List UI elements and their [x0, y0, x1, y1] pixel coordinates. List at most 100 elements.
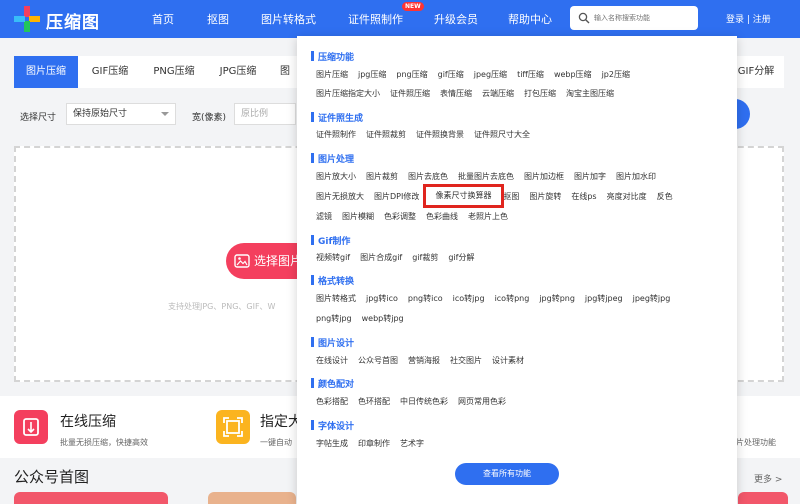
menu-item[interactable]: 淘宝主图压缩	[566, 89, 614, 98]
menu-item[interactable]: 在线设计	[316, 356, 348, 365]
menu-item[interactable]: 图片加边框	[524, 172, 564, 181]
nav-help-center[interactable]: 帮助中心	[508, 11, 552, 27]
menu-item[interactable]: jp2压缩	[602, 70, 630, 79]
menu-item[interactable]: 图片合成gif	[360, 253, 402, 262]
size-select[interactable]: 保持原始尺寸	[66, 103, 176, 125]
menu-item[interactable]: 图片模糊	[342, 212, 374, 221]
menu-item[interactable]: 色彩调整	[384, 212, 416, 221]
tab-gif-split[interactable]: GIF分解	[732, 56, 780, 88]
menu-item[interactable]: 图片加水印	[616, 172, 656, 181]
nav-upgrade-vip[interactable]: 升级会员	[434, 11, 478, 27]
menu-item[interactable]: png转ico	[408, 294, 443, 303]
menu-row: 视频转gif 图片合成gif gif裁剪 gif分解	[316, 252, 485, 263]
menu-item[interactable]: 印章制作	[358, 439, 390, 448]
select-image-label: 选择图片	[254, 254, 298, 268]
menu-row: 图片放大小 图片裁剪 图片去底色 批量图片去底色 图片加边框 图片加字 图片加水印	[316, 171, 666, 182]
menu-item[interactable]: 社交图片	[450, 356, 482, 365]
menu-item[interactable]: 设计素材	[492, 356, 524, 365]
menu-item[interactable]: webp压缩	[554, 70, 592, 79]
menu-item[interactable]: 抠图	[503, 192, 519, 201]
menu-item[interactable]: jpg压缩	[358, 70, 386, 79]
menu-section-format: 格式转换	[311, 274, 354, 287]
menu-row: 图片压缩指定大小 证件照压缩 表情压缩 云端压缩 打包压缩 淘宝主图压缩	[316, 88, 624, 99]
menu-item[interactable]: 图片转格式	[316, 294, 356, 303]
search-box[interactable]	[570, 6, 698, 30]
menu-item[interactable]: png压缩	[396, 70, 427, 79]
menu-item[interactable]: jpeg转jpg	[633, 294, 671, 303]
menu-item[interactable]: 图片DPI修改	[374, 192, 419, 201]
ratio-input[interactable]: 原比例	[234, 103, 296, 125]
nav-format-convert[interactable]: 图片转格式	[261, 11, 316, 27]
tab-gif-compress[interactable]: GIF压缩	[78, 56, 142, 88]
menu-item[interactable]: 云端压缩	[482, 89, 514, 98]
menu-item[interactable]: 色彩曲线	[426, 212, 458, 221]
pixel-size-converter-item[interactable]: 像素尺寸换算器	[423, 184, 504, 208]
menu-row: 图片转格式 jpg转ico png转ico ico转jpg ico转png jpg转png…	[316, 293, 680, 304]
menu-item[interactable]: jpg转png	[539, 294, 575, 303]
logo-icon[interactable]	[14, 6, 40, 32]
menu-item[interactable]: 视频转gif	[316, 253, 350, 262]
menu-item[interactable]: 批量图片去底色	[458, 172, 514, 181]
menu-item[interactable]: 图片加字	[574, 172, 606, 181]
menu-item[interactable]: 图片压缩指定大小	[316, 89, 380, 98]
menu-item[interactable]: jpg转jpeg	[585, 294, 623, 303]
menu-item[interactable]: webp转jpg	[362, 314, 404, 323]
compress-feature-icon[interactable]	[14, 410, 48, 444]
tab-jpg-compress[interactable]: JPG压缩	[206, 56, 270, 88]
tab-partial[interactable]: 图	[270, 56, 300, 88]
search-input[interactable]	[594, 10, 694, 26]
menu-item[interactable]: 滤镜	[316, 212, 332, 221]
menu-item[interactable]: ico转jpg	[453, 294, 485, 303]
feature-title-online-compress[interactable]: 在线压缩	[60, 411, 116, 431]
menu-section-compress: 压缩功能	[311, 50, 354, 63]
menu-item[interactable]: 证件照压缩	[390, 89, 430, 98]
menu-item[interactable]: 公众号首图	[358, 356, 398, 365]
feature-title-specify-size[interactable]: 指定大	[260, 411, 302, 431]
menu-item[interactable]: 中日传统色彩	[400, 397, 448, 406]
menu-item[interactable]: 图片裁剪	[366, 172, 398, 181]
tab-png-compress[interactable]: PNG压缩	[142, 56, 206, 88]
menu-item[interactable]: 图片无损放大	[316, 192, 364, 201]
menu-item[interactable]: jpeg压缩	[474, 70, 507, 79]
menu-item[interactable]: 艺术字	[400, 439, 424, 448]
menu-item[interactable]: 证件照裁剪	[366, 130, 406, 139]
menu-item[interactable]: 老照片上色	[468, 212, 508, 221]
menu-item[interactable]: 亮度对比度	[607, 192, 647, 201]
menu-item[interactable]: 图片旋转	[529, 192, 561, 201]
menu-item[interactable]: 打包压缩	[524, 89, 556, 98]
gzh-card[interactable]	[738, 492, 788, 504]
menu-item[interactable]: gif裁剪	[412, 253, 438, 262]
menu-item[interactable]: 图片去底色	[408, 172, 448, 181]
nav-id-photo[interactable]: 证件照制作	[348, 11, 403, 27]
menu-item[interactable]: 网页常用色彩	[458, 397, 506, 406]
nav-cutout[interactable]: 抠图	[207, 11, 229, 27]
view-all-features-button[interactable]: 查看所有功能	[455, 463, 559, 485]
menu-item[interactable]: 证件照制作	[316, 130, 356, 139]
logo-text[interactable]: 压缩图	[46, 8, 100, 33]
menu-item[interactable]: 色彩搭配	[316, 397, 348, 406]
menu-item[interactable]: 反色	[657, 192, 673, 201]
menu-item[interactable]: gif压缩	[438, 70, 464, 79]
more-link[interactable]: 更多 >	[754, 472, 782, 485]
select-image-button[interactable]: 选择图片	[226, 243, 298, 279]
menu-item[interactable]: 字帖生成	[316, 439, 348, 448]
menu-item[interactable]: 证件照尺寸大全	[474, 130, 530, 139]
menu-item[interactable]: ico转png	[495, 294, 530, 303]
size-feature-icon[interactable]	[216, 410, 250, 444]
menu-item[interactable]: 表情压缩	[440, 89, 472, 98]
menu-item[interactable]: 在线ps	[571, 192, 596, 201]
menu-item[interactable]: 色环搭配	[358, 397, 390, 406]
menu-item[interactable]: 图片压缩	[316, 70, 348, 79]
gzh-card[interactable]	[14, 492, 168, 504]
menu-item[interactable]: 营销海报	[408, 356, 440, 365]
gzh-card[interactable]	[208, 492, 296, 504]
menu-item[interactable]: tiff压缩	[517, 70, 544, 79]
login-register-link[interactable]: 登录 | 注册	[726, 12, 771, 25]
menu-item[interactable]: png转jpg	[316, 314, 352, 323]
menu-item[interactable]: 图片放大小	[316, 172, 356, 181]
tab-image-compress[interactable]: 图片压缩	[14, 56, 78, 88]
menu-item[interactable]: gif分解	[448, 253, 474, 262]
nav-home[interactable]: 首页	[152, 11, 174, 27]
menu-item[interactable]: 证件照换背景	[416, 130, 464, 139]
menu-item[interactable]: jpg转ico	[366, 294, 398, 303]
